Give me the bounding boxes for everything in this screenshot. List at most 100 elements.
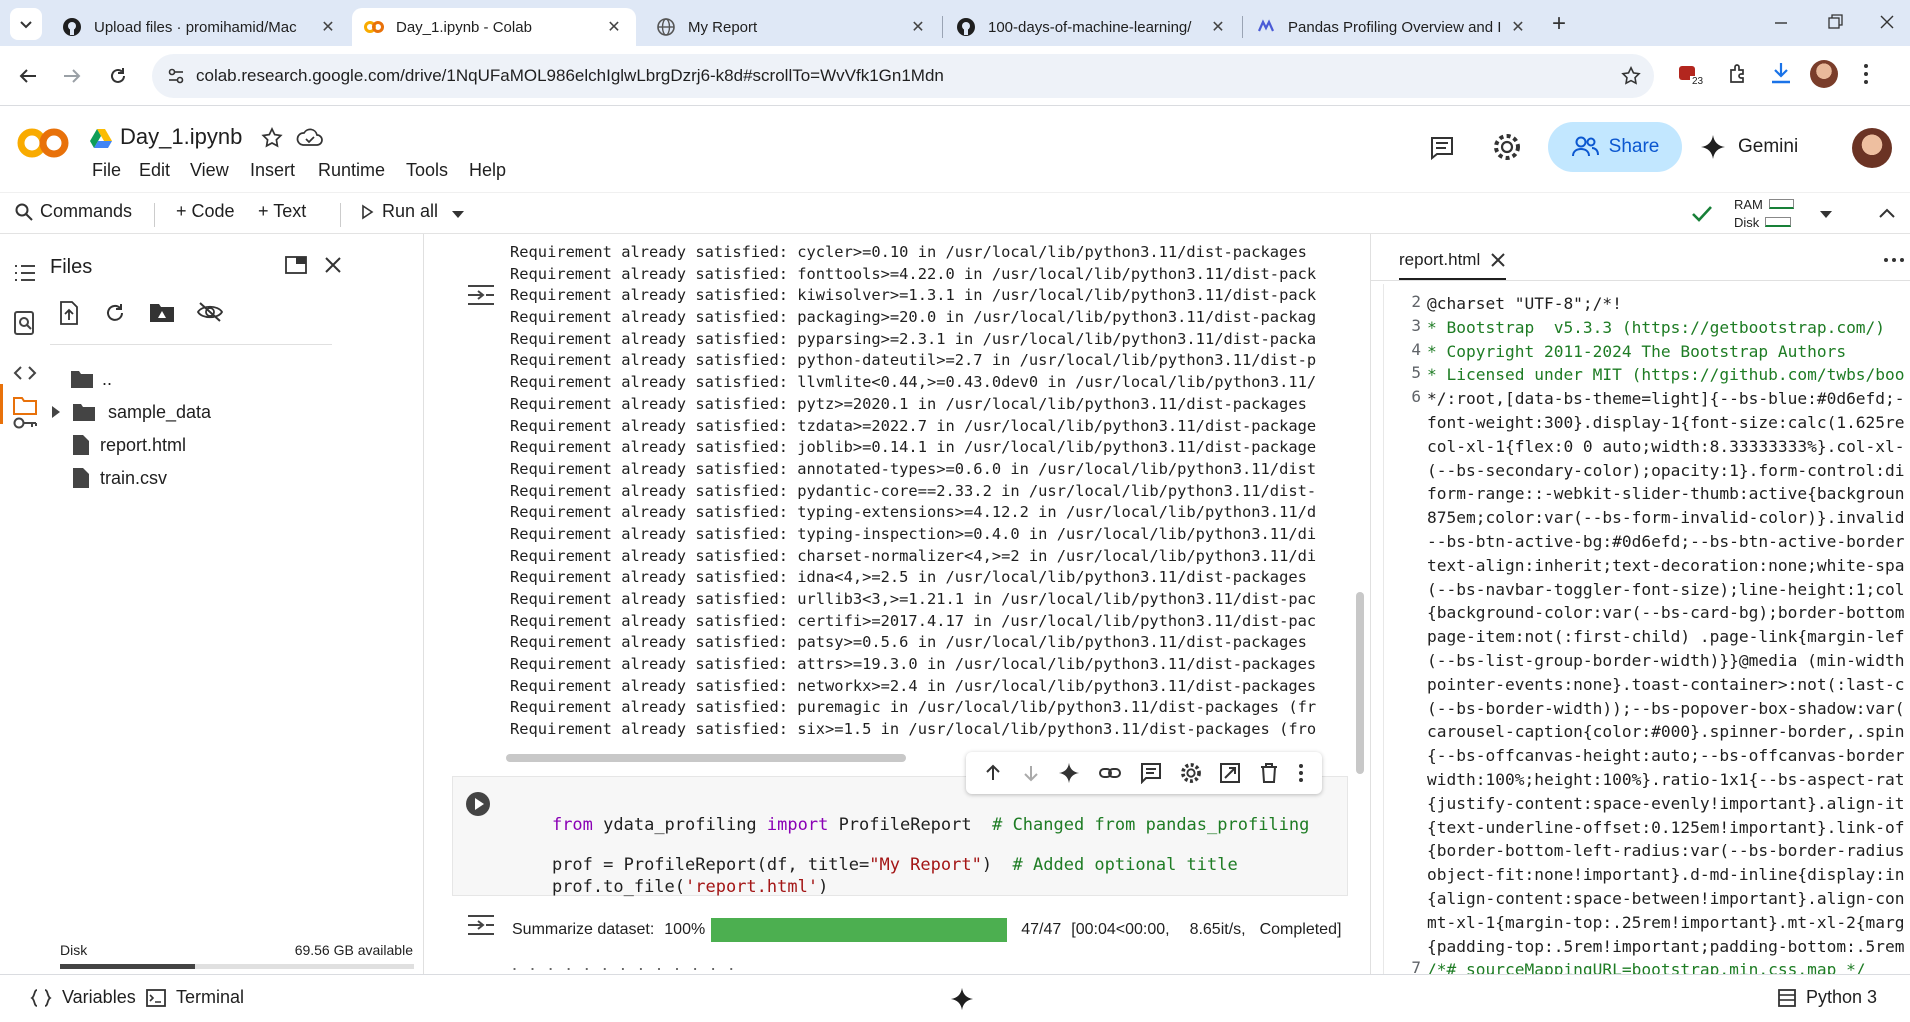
- address-bar[interactable]: colab.research.google.com/drive/1NqUFaMO…: [152, 54, 1654, 98]
- browser-tab-my-report[interactable]: My Report ✕: [644, 8, 940, 46]
- table-of-contents-icon[interactable]: [12, 260, 38, 286]
- code-snippets-icon[interactable]: [12, 360, 38, 386]
- add-text-label: + Text: [258, 201, 307, 221]
- file-item-report-html[interactable]: report.html: [72, 428, 186, 462]
- browser-tab-colab[interactable]: Day_1.ipynb - Colab ✕: [352, 8, 636, 46]
- close-window-button[interactable]: [1872, 10, 1902, 34]
- close-icon[interactable]: [322, 254, 344, 276]
- profile-avatar-browser[interactable]: [1810, 60, 1838, 88]
- close-icon[interactable]: ✕: [318, 17, 338, 37]
- file-item-parent[interactable]: ..: [70, 362, 112, 396]
- status-bar: Variables Terminal Python 3: [0, 974, 1910, 1022]
- run-cell-button[interactable]: [465, 791, 491, 817]
- menu-insert[interactable]: Insert: [250, 160, 295, 181]
- share-button[interactable]: Share: [1548, 122, 1682, 172]
- menu-view[interactable]: View: [190, 160, 229, 181]
- editor-line-text: * Copyright 2011-2024 The Bootstrap Auth…: [1427, 341, 1847, 361]
- menu-edit[interactable]: Edit: [139, 160, 170, 181]
- restore-button[interactable]: [1820, 10, 1850, 34]
- browser-tab-upload-files[interactable]: Upload files · promihamid/Mac ✕: [50, 8, 350, 46]
- file-item-sample-data[interactable]: sample_data: [50, 395, 211, 429]
- forward-button[interactable]: [54, 58, 90, 94]
- move-up-icon[interactable]: [983, 763, 1003, 783]
- close-icon[interactable]: ✕: [908, 17, 928, 37]
- mount-drive-icon[interactable]: [148, 300, 176, 324]
- refresh-icon[interactable]: [102, 300, 128, 326]
- open-in-tab-icon[interactable]: [284, 254, 308, 276]
- terminal-button[interactable]: Terminal: [146, 987, 244, 1008]
- output-line: Requirement already satisfied: charset-n…: [510, 546, 1317, 565]
- close-icon[interactable]: ✕: [604, 17, 624, 37]
- notebook-title[interactable]: Day_1.ipynb: [120, 124, 242, 150]
- minimize-button[interactable]: [1766, 10, 1796, 34]
- extensions-button[interactable]: [1726, 62, 1750, 86]
- move-down-icon[interactable]: [1021, 763, 1041, 783]
- pip-install-output: Requirement already satisfied: cycler>=0…: [510, 242, 1348, 741]
- file-item-train-csv[interactable]: train.csv: [72, 461, 167, 495]
- close-icon[interactable]: ✕: [1508, 17, 1528, 37]
- tab-title: 100-days-of-machine-learning/: [988, 18, 1192, 36]
- menu-tools[interactable]: Tools: [406, 160, 448, 181]
- runtime-type-button[interactable]: Python 3: [1778, 987, 1877, 1008]
- add-text-button[interactable]: + Text: [258, 201, 306, 222]
- gemini-button[interactable]: Gemini: [1700, 122, 1820, 172]
- output-toggle-icon[interactable]: [466, 912, 496, 938]
- more-vertical-icon[interactable]: [1297, 762, 1305, 784]
- resource-monitor[interactable]: RAM Disk: [1734, 195, 1794, 235]
- commands-button[interactable]: Commands: [14, 201, 132, 222]
- delete-icon[interactable]: [1259, 762, 1279, 784]
- mirror-cell-icon[interactable]: [1219, 762, 1241, 784]
- browser-tab-100-days-ml[interactable]: 100-days-of-machine-learning/ ✕: [944, 8, 1240, 46]
- settings-gear-icon[interactable]: [1492, 132, 1522, 162]
- chevron-up-icon[interactable]: [1876, 203, 1898, 223]
- downloads-button[interactable]: [1768, 60, 1794, 86]
- code-cell[interactable]: from ydata_profiling import ProfileRepor…: [452, 776, 1348, 897]
- gemini-sparkle-icon[interactable]: [950, 987, 974, 1011]
- vertical-scrollbar[interactable]: [1356, 592, 1364, 774]
- chevron-right-icon[interactable]: [50, 405, 62, 419]
- editor-code[interactable]: 2 @charset "UTF-8";/*! 3 * Bootstrap v5.3.3…: [1371, 292, 1910, 974]
- more-horizontal-icon[interactable]: [1883, 256, 1905, 264]
- link-icon[interactable]: [1098, 763, 1122, 783]
- chevron-down-icon[interactable]: [1818, 207, 1834, 221]
- comment-icon[interactable]: [1140, 762, 1162, 784]
- chevron-down-icon[interactable]: [450, 207, 466, 221]
- extension-badge-count: 23: [1690, 76, 1706, 87]
- reload-button[interactable]: [100, 58, 136, 94]
- menu-help[interactable]: Help: [469, 160, 506, 181]
- hide-files-eye-icon[interactable]: [196, 300, 224, 324]
- new-tab-button[interactable]: +: [1544, 10, 1574, 40]
- star-icon[interactable]: [260, 126, 284, 150]
- editor-tab[interactable]: report.html: [1399, 246, 1507, 280]
- output-line: Requirement already satisfied: annotated…: [510, 459, 1317, 478]
- menu-runtime[interactable]: Runtime: [318, 160, 385, 181]
- tab-search-button[interactable]: [10, 8, 42, 40]
- output-toggle-icon[interactable]: [466, 282, 496, 308]
- run-all-button[interactable]: Run all: [360, 201, 438, 222]
- add-code-button[interactable]: + Code: [176, 201, 235, 222]
- extension-button[interactable]: 23: [1676, 62, 1706, 92]
- back-button[interactable]: [10, 58, 46, 94]
- browser-tab-pandas-profiling[interactable]: Pandas Profiling Overview and I ✕: [1244, 8, 1540, 46]
- upload-file-icon[interactable]: [58, 300, 80, 326]
- user-avatar[interactable]: [1852, 128, 1892, 168]
- find-replace-icon[interactable]: [12, 310, 38, 336]
- close-icon[interactable]: [1490, 252, 1506, 268]
- url-text[interactable]: colab.research.google.com/drive/1NqUFaMO…: [196, 66, 944, 86]
- star-icon[interactable]: [1620, 65, 1642, 87]
- close-icon[interactable]: ✕: [1208, 17, 1228, 37]
- site-info-icon[interactable]: [166, 66, 186, 86]
- editor-line-text: {justify-content:space-evenly!important}…: [1427, 793, 1905, 813]
- variables-button[interactable]: Variables: [30, 987, 136, 1008]
- output-line: Requirement already satisfied: typing-in…: [510, 524, 1317, 543]
- comments-icon[interactable]: [1428, 134, 1456, 162]
- menu-file[interactable]: File: [92, 160, 121, 181]
- colab-logo-icon[interactable]: [16, 126, 70, 160]
- gemini-sparkle-icon[interactable]: [1058, 762, 1080, 784]
- browser-menu-button[interactable]: [1858, 60, 1874, 88]
- horizontal-scrollbar[interactable]: [506, 754, 906, 762]
- editor-line: {background-color:var(--bs-card-bg);bord…: [1371, 601, 1910, 625]
- files-folder-icon[interactable]: [12, 392, 38, 418]
- settings-gear-icon[interactable]: [1180, 762, 1202, 784]
- output-line: Requirement already satisfied: pydantic-…: [510, 481, 1317, 500]
